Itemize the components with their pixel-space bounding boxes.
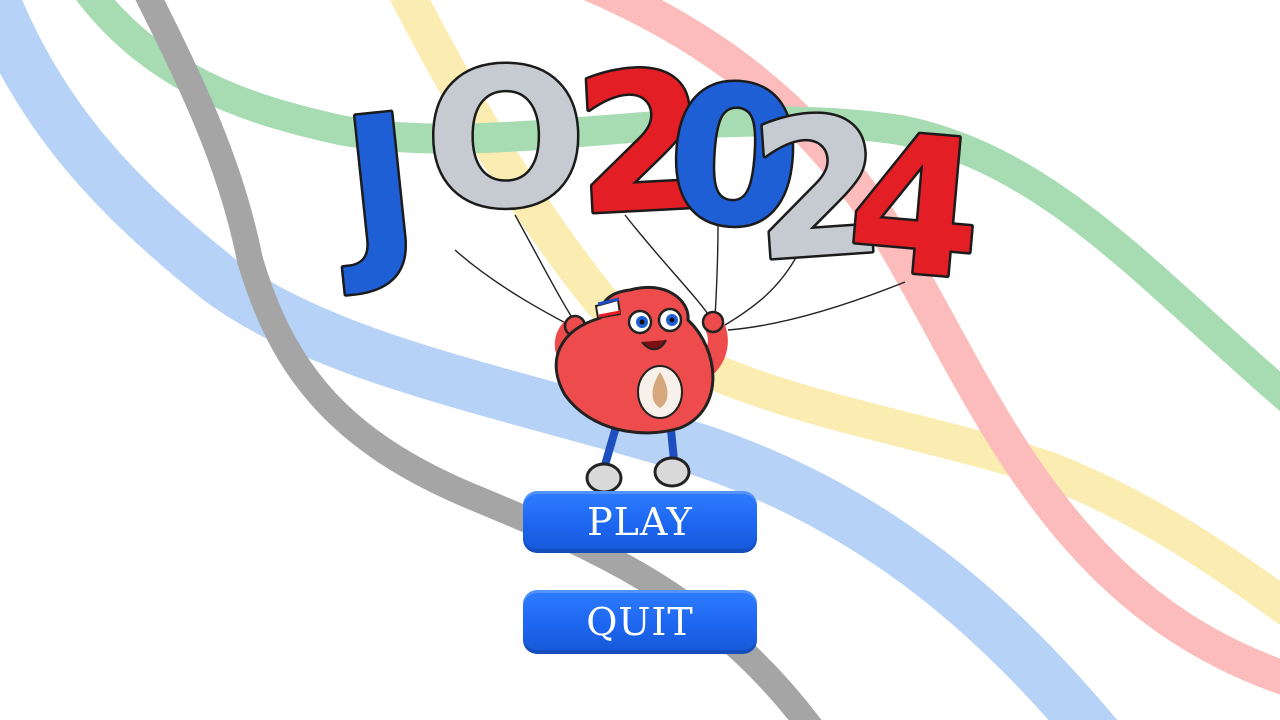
title-letter-j: J (323, 73, 427, 301)
title-balloons: J O 2 0 2 4 (321, 40, 994, 325)
mascot-character (554, 285, 728, 494)
title-letter-o: O (425, 40, 587, 250)
mascot-body (554, 285, 715, 435)
play-button[interactable]: PLAY (523, 491, 757, 553)
title-art: J O 2 0 2 4 (321, 40, 994, 494)
quit-button[interactable]: QUIT (523, 590, 757, 654)
left-shoe (585, 462, 623, 494)
quit-button-label: QUIT (586, 600, 694, 644)
cockade-icon (594, 297, 622, 320)
main-menu-screen: J O 2 0 2 4 PLAY QUIT (0, 0, 1280, 720)
right-shoe (653, 456, 691, 488)
title-digit-4: 4 (840, 91, 991, 323)
play-button-label: PLAY (587, 500, 693, 544)
